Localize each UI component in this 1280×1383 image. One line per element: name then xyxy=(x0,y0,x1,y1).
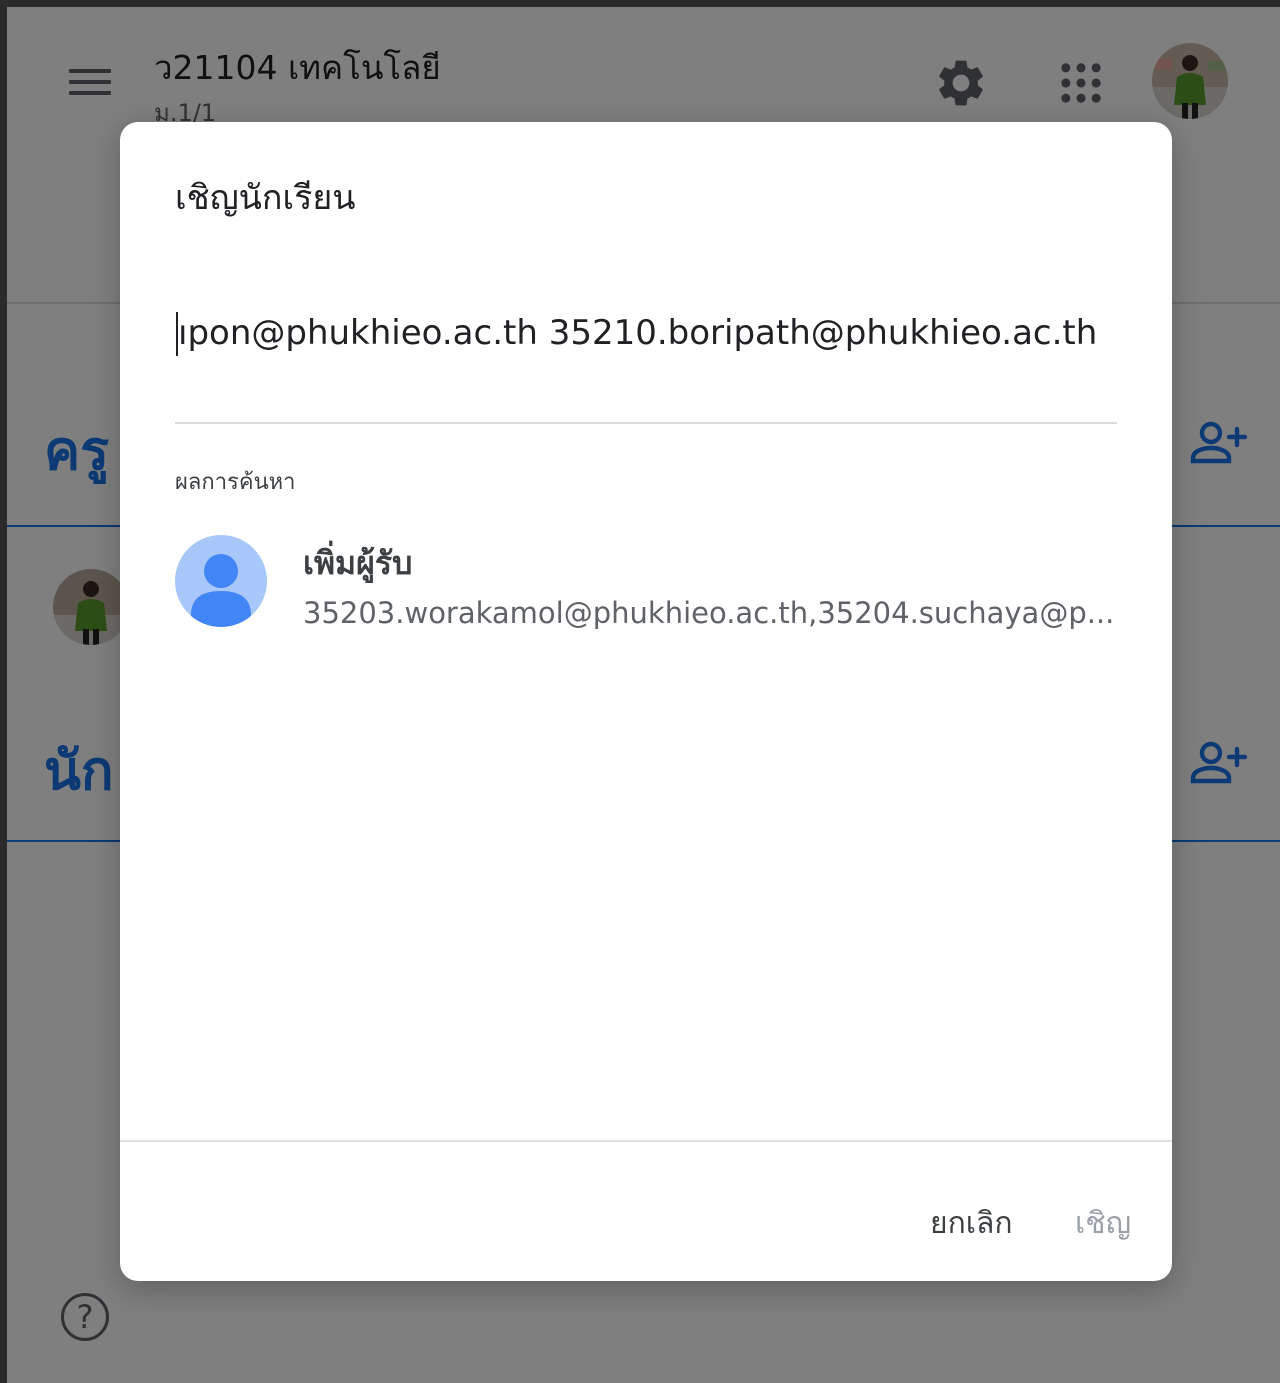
footer-divider xyxy=(120,1140,1172,1142)
suggestion-title: เพิ่มผู้รับ xyxy=(303,544,413,582)
email-input-text: ıpon@phukhieo.ac.th 35210.boripath@phukh… xyxy=(178,312,1098,353)
search-results-label: ผลการค้นหา xyxy=(175,470,296,495)
person-icon xyxy=(175,535,267,627)
suggestion-emails: 35203.worakamol@phukhieo.ac.th,35204.suc… xyxy=(303,596,1115,630)
email-input[interactable]: ıpon@phukhieo.ac.th 35210.boripath@phukh… xyxy=(175,312,1117,368)
classroom-app: ว21104 เทคโนโลยี ม.1/1 xyxy=(7,7,1280,1383)
dialog-title: เชิญนักเรียน xyxy=(175,178,356,218)
add-recipients-suggestion[interactable]: เพิ่มผู้รับ 35203.worakamol@phukhieo.ac.… xyxy=(175,532,1117,642)
invite-button[interactable]: เชิญ xyxy=(1075,1200,1131,1247)
input-underline xyxy=(175,422,1117,424)
cancel-button[interactable]: ยกเลิก xyxy=(930,1200,1013,1247)
invite-students-dialog: เชิญนักเรียน ıpon@phukhieo.ac.th 35210.b… xyxy=(120,122,1172,1281)
